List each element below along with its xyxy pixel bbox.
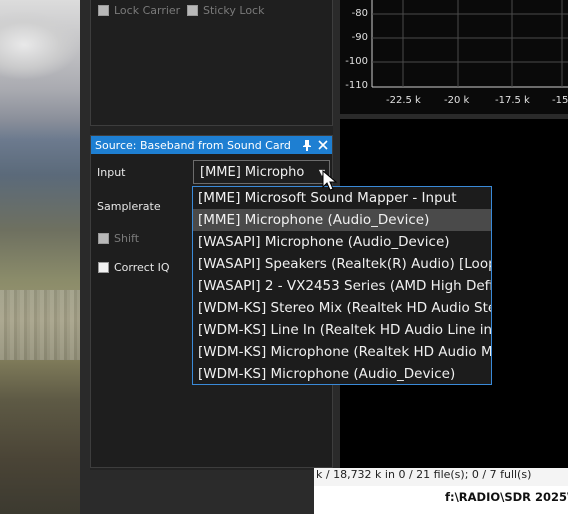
correct-iq-checkbox[interactable] [98,262,109,273]
wallpaper-town [0,290,80,360]
shift-option[interactable]: Shift [98,232,139,245]
samplerate-label: Samplerate [97,200,161,213]
dropdown-option[interactable]: [WDM-KS] Microphone (Realtek HD Audio M [193,341,491,363]
mouse-cursor-icon [322,170,338,191]
wallpaper-clouds [0,10,80,80]
y-tick-label: -80 [351,8,368,19]
correct-iq-option[interactable]: Correct IQ [98,261,170,274]
dropdown-option-selected[interactable]: [MME] Microphone (Audio_Device) [193,209,491,231]
dropdown-option[interactable]: [MME] Microsoft Sound Mapper - Input [193,187,491,209]
sticky-lock-label: Sticky Lock [203,4,265,17]
y-tick-label: -90 [351,32,368,43]
spectrum-analyzer[interactable]: -80 -90 -100 -110 -22.5 k -20 k -17.5 k … [340,0,568,114]
lock-carrier-option[interactable]: Lock Carrier [98,4,180,17]
lock-carrier-label: Lock Carrier [114,4,181,17]
dropdown-option[interactable]: [WASAPI] 2 - VX2453 Series (AMD High Def… [193,275,491,297]
x-tick-label: -15 [552,95,568,106]
app-bottom-area [80,480,314,514]
dropdown-option[interactable]: [WDM-KS] Microphone (Audio_Device) [193,363,491,384]
lock-carrier-checkbox[interactable] [98,5,109,16]
explorer-path-bar[interactable]: f:\RADIO\SDR 2025\ [314,486,568,514]
shift-label: Shift [114,232,140,245]
sticky-lock-option[interactable]: Sticky Lock [187,4,264,17]
y-tick-label: -110 [345,80,368,91]
source-panel-header[interactable]: Source: Baseband from Sound Card [91,136,332,154]
explorer-status-bar: k / 18,732 k in 0 / 21 file(s); 0 / 7 fu… [314,468,568,486]
input-label: Input [97,166,126,179]
input-device-dropdown[interactable]: [MME] Micropho ▼ [193,160,330,184]
path-text: f:\RADIO\SDR 2025\ [445,490,568,504]
source-panel-title: Source: Baseband from Sound Card [95,138,291,152]
sticky-lock-checkbox[interactable] [187,5,198,16]
input-device-value: [MME] Micropho [200,164,305,180]
y-tick-label: -100 [345,56,368,67]
x-tick-label: -22.5 k [386,95,421,106]
pin-icon[interactable] [300,138,314,152]
shift-checkbox[interactable] [98,233,109,244]
desktop-wallpaper [0,0,80,514]
correct-iq-label: Correct IQ [114,261,170,274]
input-device-dropdown-list[interactable]: [MME] Microsoft Sound Mapper - Input [MM… [192,186,492,385]
close-icon[interactable] [316,138,330,152]
dropdown-option[interactable]: [WDM-KS] Line In (Realtek HD Audio Line … [193,319,491,341]
dropdown-option[interactable]: [WASAPI] Speakers (Realtek(R) Audio) [Lo… [193,253,491,275]
x-tick-label: -17.5 k [495,95,530,106]
x-tick-label: -20 k [444,95,470,106]
status-text: k / 18,732 k in 0 / 21 file(s); 0 / 7 fu… [316,468,532,481]
dropdown-option[interactable]: [WDM-KS] Stereo Mix (Realtek HD Audio St… [193,297,491,319]
dropdown-option[interactable]: [WASAPI] Microphone (Audio_Device) [193,231,491,253]
demodulator-options-section: Lock Carrier Sticky Lock [90,0,333,126]
